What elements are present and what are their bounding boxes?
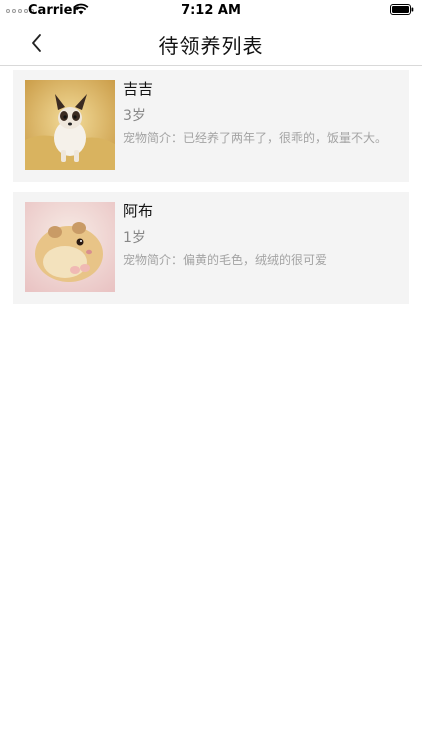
pet-list-item[interactable]: 吉吉 3岁 宠物简介：已经养了两年了，很乖的，饭量不大。: [13, 70, 409, 182]
pet-list-item[interactable]: 阿布 1岁 宠物简介：偏黄的毛色，绒绒的很可爱: [13, 192, 409, 304]
status-bar: Carrier 7:12 AM: [0, 0, 422, 22]
pet-name: 阿布: [123, 202, 154, 220]
status-time: 7:12 AM: [181, 3, 241, 18]
pet-photo: [25, 80, 115, 170]
hamster-photo-icon: [25, 202, 115, 292]
pet-age: 3岁: [123, 108, 146, 124]
pet-description: 宠物简介：偏黄的毛色，绒绒的很可爱: [123, 253, 328, 267]
battery-icon: [390, 4, 414, 15]
page-title: 待领养列表: [158, 34, 264, 58]
pet-photo: [25, 202, 115, 292]
pet-name: 吉吉: [123, 80, 154, 98]
chihuahua-photo-icon: [25, 80, 115, 170]
pet-description: 宠物简介：已经养了两年了，很乖的，饭量不大。: [123, 131, 388, 145]
navigation-bar: 待领养列表: [0, 22, 422, 66]
pet-age: 1岁: [123, 230, 146, 246]
